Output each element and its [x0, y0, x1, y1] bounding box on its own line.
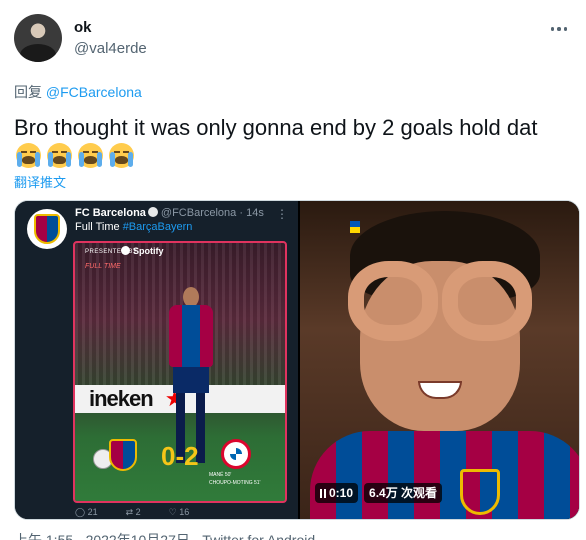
- loudly-crying-face-icon: [76, 141, 105, 169]
- scorers: MANÉ 50' CHOUPO-MOTING 51': [209, 471, 261, 487]
- inner-actions: ◯ 21 ⇄ 2 ♡ 16: [75, 507, 189, 518]
- inner-hashtag: #BarçaBayern: [122, 221, 193, 233]
- inner-more-icon: ⋮: [276, 207, 288, 221]
- scorer-2: CHOUPO-MOTING 51': [209, 480, 261, 486]
- inner-author: FC Barcelona @FCBarcelona · 14s: [75, 207, 264, 219]
- reply-prefix: 回复: [14, 84, 42, 100]
- ad-board-text: ineken: [89, 386, 154, 411]
- display-name[interactable]: ok: [74, 19, 92, 36]
- video-time[interactable]: 0:10: [315, 483, 359, 503]
- pause-icon[interactable]: [320, 488, 326, 498]
- score: 0-2: [161, 441, 199, 471]
- inner-reply-count: ◯ 21: [75, 507, 98, 517]
- bayern-crest-icon: [221, 439, 251, 469]
- scorer-1: MANÉ 50': [209, 472, 232, 478]
- barca-crest-icon: [460, 469, 500, 515]
- fulltime-label: FULL TIME: [85, 263, 121, 270]
- video-player[interactable]: [300, 201, 579, 519]
- quoted-tweet-image[interactable]: FC Barcelona @FCBarcelona · 14s ⋮ Full Ti…: [15, 201, 298, 519]
- more-options-icon[interactable]: [548, 18, 570, 40]
- loudly-crying-face-icon: [45, 141, 74, 169]
- inner-text-prefix: Full Time: [75, 221, 120, 233]
- inner-time: · 14s: [239, 207, 264, 219]
- inner-author-name: FC Barcelona: [75, 207, 146, 219]
- verified-icon: [147, 207, 158, 217]
- fcb-crest-icon: [109, 439, 137, 471]
- translate-tweet-link[interactable]: 翻译推文: [14, 172, 66, 191]
- inner-text: Full Time #BarçaBayern: [75, 221, 192, 233]
- loudly-crying-face-icon: [14, 141, 43, 169]
- fulltime-card: PRESENTED BY Spotify FULL TIME ineken ★ 0…: [73, 241, 287, 503]
- inner-retweet-count: ⇄ 2: [125, 507, 141, 517]
- view-count: 6.4万 次观看: [364, 483, 443, 503]
- emoji-row: [14, 141, 136, 169]
- tweet-text: Bro thought it was only gonna end by 2 g…: [14, 115, 538, 140]
- avatar[interactable]: [14, 14, 62, 62]
- reply-to-link[interactable]: @FCBarcelona: [46, 84, 142, 100]
- spotify-logo: Spotify: [121, 246, 164, 256]
- video-controls: 0:10 6.4万 次观看: [315, 483, 443, 503]
- media-grid: FC Barcelona @FCBarcelona · 14s ⋮ Full Ti…: [14, 200, 580, 520]
- loudly-crying-face-icon: [107, 141, 136, 169]
- inner-handle: @FCBarcelona: [160, 207, 237, 219]
- reply-context: 回复 @FCBarcelona: [14, 82, 142, 102]
- video-time-text: 0:10: [329, 486, 354, 500]
- inner-like-count: ♡ 16: [168, 507, 190, 517]
- fcb-avatar: [27, 209, 67, 249]
- tweet-timestamp[interactable]: 上午 1:55 · 2022年10月27日 · Twitter for Andr…: [14, 530, 315, 540]
- user-handle[interactable]: @val4erde: [74, 40, 147, 57]
- ukraine-flag-icon: [350, 221, 360, 233]
